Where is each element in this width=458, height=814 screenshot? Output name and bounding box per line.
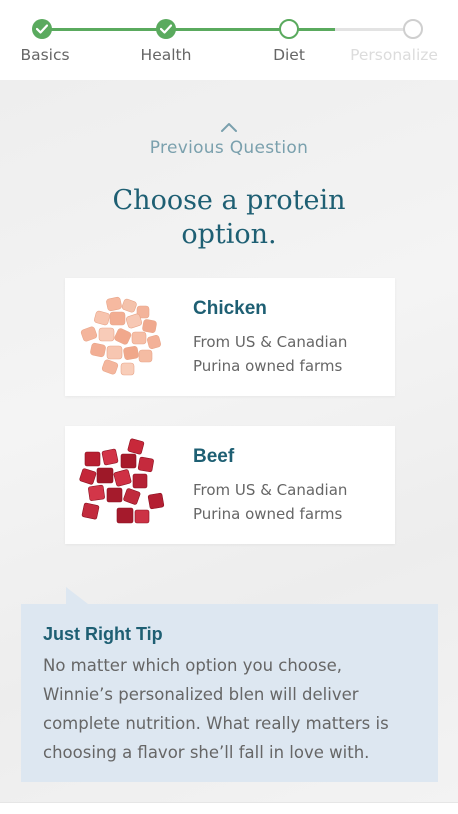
beef-pieces-image [79, 438, 165, 524]
option-title: Beef [193, 446, 235, 467]
option-description-line-2: Purina owned farms [193, 505, 343, 523]
footer-bar [0, 802, 458, 814]
step-diet-current-icon[interactable] [279, 19, 299, 39]
option-description-line-1: From US & Canadian [193, 333, 348, 351]
tip-title: Just Right Tip [43, 624, 163, 644]
option-description: From US & Canadian Purina owned farms [193, 478, 383, 526]
main-content: Previous Question Choose a protein optio… [0, 80, 458, 802]
step-label-health[interactable]: Health [116, 46, 216, 64]
tip-box: Just Right Tip No matter which option yo… [21, 587, 438, 782]
chevron-up-icon [221, 123, 237, 132]
step-basics-check-icon[interactable] [32, 19, 52, 39]
chicken-pieces-image [80, 296, 161, 376]
option-card-beef[interactable]: Beef From US & Canadian Purina owned far… [65, 426, 395, 544]
step-health-check-icon[interactable] [156, 19, 176, 39]
progress-track-remaining [335, 28, 413, 31]
progress-track-complete [166, 28, 289, 31]
tip-line: Winnie’s personalized blen will deliver [43, 685, 359, 704]
tip-line: complete nutrition. What really matters … [43, 714, 389, 733]
option-description-line-1: From US & Canadian [193, 481, 348, 499]
tip-line: No matter which option you choose, [43, 656, 342, 675]
tip-notch [66, 587, 88, 604]
option-title: Chicken [193, 298, 267, 319]
tip-line: choosing a flavor she’ll fall in love wi… [43, 743, 370, 762]
step-label-personalize: Personalize [350, 46, 438, 64]
option-description-line-2: Purina owned farms [193, 357, 343, 375]
tip-body: No matter which option you choose, Winni… [43, 651, 416, 767]
progress-track-complete [42, 28, 166, 31]
step-personalize-icon [403, 19, 423, 39]
previous-question-link[interactable]: Previous Question [0, 120, 458, 158]
progress-header: Basics Health Diet Personalize [0, 0, 458, 80]
option-card-chicken[interactable]: Chicken From US & Canadian Purina owned … [65, 278, 395, 396]
question-heading: Choose a protein option. [0, 184, 458, 252]
question-line-2: option. [181, 219, 277, 250]
option-description: From US & Canadian Purina owned farms [193, 330, 383, 378]
step-label-diet[interactable]: Diet [239, 46, 339, 64]
previous-question-label: Previous Question [149, 138, 309, 158]
step-label-basics[interactable]: Basics [0, 46, 95, 64]
question-line-1: Choose a protein [112, 185, 346, 216]
